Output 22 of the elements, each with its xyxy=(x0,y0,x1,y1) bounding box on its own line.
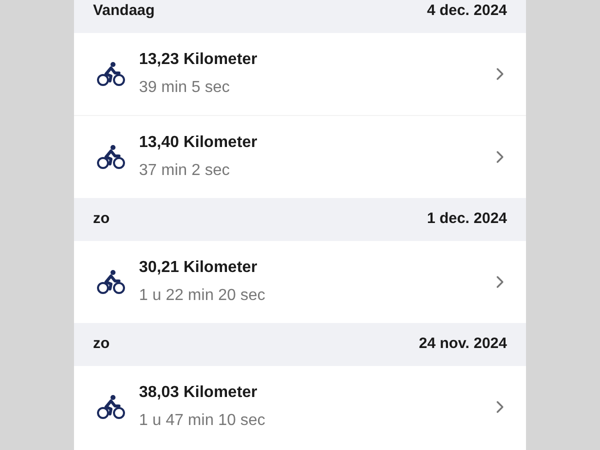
date-label: 1 dec. 2024 xyxy=(426,209,507,230)
ride-duration: 1 u 47 min 10 sec xyxy=(139,411,266,431)
date-label: 24 nov. 2024 xyxy=(418,334,507,354)
day-label: Vandaag xyxy=(93,1,155,22)
ride-duration: 37 min 2 sec xyxy=(139,161,231,181)
cyclist-icon xyxy=(96,269,126,295)
ride-row[interactable]: 38,03 Kilometer 1 u 47 min 10 sec xyxy=(74,366,526,448)
cyclist-icon xyxy=(96,144,126,170)
ride-distance: 38,03 Kilometer xyxy=(139,383,258,403)
cyclist-icon xyxy=(96,394,126,420)
ride-duration: 1 u 22 min 20 sec xyxy=(139,286,266,306)
ride-distance: 13,40 Kilometer xyxy=(139,133,258,153)
ride-row[interactable]: 30,21 Kilometer 1 u 22 min 20 sec xyxy=(74,241,526,323)
ride-duration: 39 min 5 sec xyxy=(139,78,231,98)
date-label: 4 dec. 2024 xyxy=(426,1,507,22)
ride-row[interactable]: 13,23 Kilometer 39 min 5 sec xyxy=(74,33,526,115)
ride-distance: 13,23 Kilometer xyxy=(139,50,258,70)
day-label: zo xyxy=(93,209,110,230)
ride-row[interactable]: 13,40 Kilometer 37 min 2 sec xyxy=(74,116,526,198)
ride-distance: 30,21 Kilometer xyxy=(139,258,258,278)
cyclist-icon xyxy=(96,61,126,87)
day-label: zo xyxy=(93,334,110,354)
